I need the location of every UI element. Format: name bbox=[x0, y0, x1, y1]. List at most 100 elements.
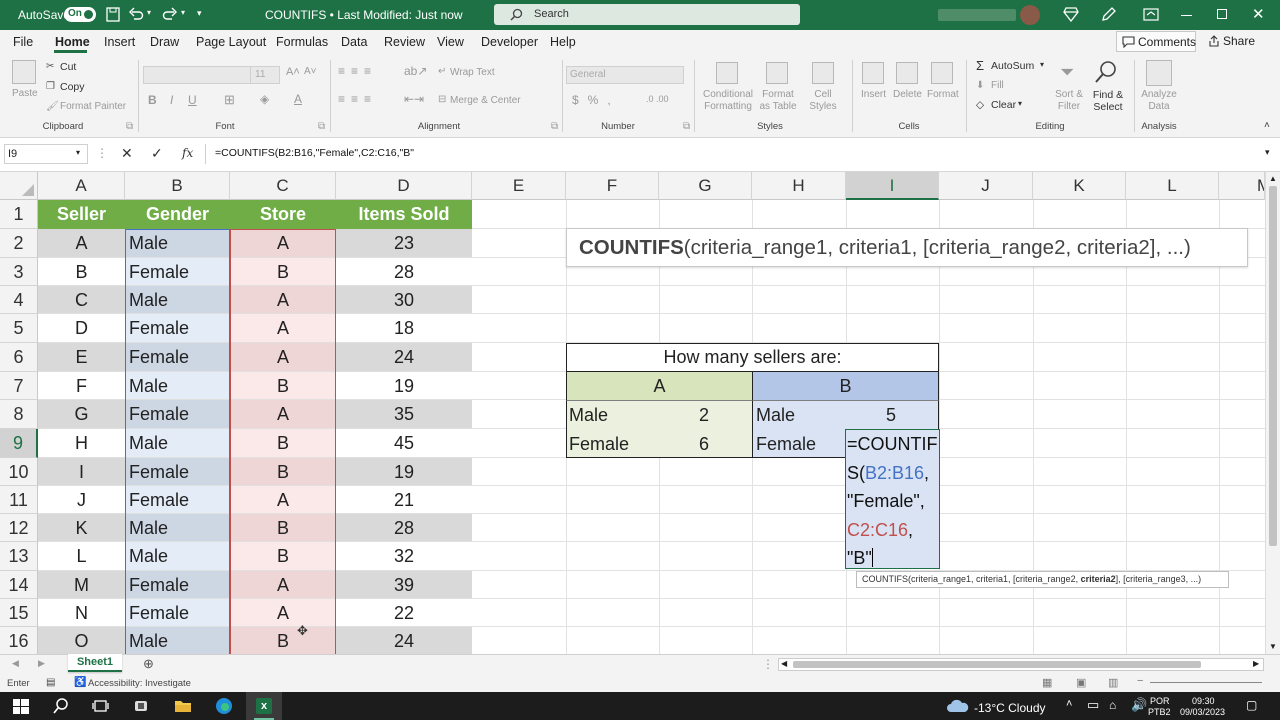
avatar[interactable] bbox=[1020, 5, 1040, 25]
diamond-icon[interactable] bbox=[1063, 7, 1079, 22]
wrap-text-button[interactable]: Wrap Text bbox=[450, 67, 495, 78]
scroll-down-icon[interactable]: ▼ bbox=[1269, 642, 1277, 651]
delete-cells-icon[interactable] bbox=[896, 62, 918, 84]
autosum-button[interactable]: AutoSum bbox=[991, 60, 1034, 72]
menu-developer[interactable]: Developer bbox=[481, 35, 538, 49]
cell-store[interactable]: B bbox=[230, 458, 336, 486]
add-sheet-icon[interactable]: ⊕ bbox=[143, 656, 154, 672]
cell-seller[interactable]: M bbox=[38, 571, 125, 599]
autosum-dropdown-icon[interactable]: ▾ bbox=[1040, 60, 1044, 69]
cell-store[interactable]: A bbox=[230, 400, 336, 429]
cell-seller[interactable]: D bbox=[38, 314, 125, 343]
column-header[interactable]: M bbox=[1219, 172, 1265, 200]
column-header[interactable]: H bbox=[752, 172, 846, 200]
accessibility-status[interactable]: Accessibility: Investigate bbox=[88, 678, 191, 689]
cell-store[interactable]: A bbox=[230, 229, 336, 258]
column-header-active[interactable]: I bbox=[846, 172, 939, 200]
account-name[interactable] bbox=[938, 9, 1016, 21]
row-header[interactable]: 1 bbox=[0, 200, 38, 229]
find-select-button[interactable]: Find & Select bbox=[1088, 89, 1128, 113]
pen-icon[interactable] bbox=[1101, 6, 1117, 22]
cell-gender[interactable]: Female bbox=[125, 343, 230, 372]
column-header[interactable]: J bbox=[939, 172, 1033, 200]
cell-seller[interactable]: N bbox=[38, 599, 125, 627]
customize-toolbar-icon[interactable]: ▾ bbox=[197, 8, 202, 19]
menu-view[interactable]: View bbox=[437, 35, 464, 49]
next-sheet-icon[interactable]: ▶ bbox=[38, 658, 45, 669]
cell-seller[interactable]: E bbox=[38, 343, 125, 372]
column-header[interactable]: L bbox=[1126, 172, 1219, 200]
summary-b-male-count[interactable]: 5 bbox=[886, 401, 896, 429]
search-box[interactable]: Search bbox=[494, 4, 800, 25]
row-header[interactable]: 13 bbox=[0, 542, 38, 571]
find-select-icon[interactable] bbox=[1094, 60, 1118, 84]
cell-gender[interactable]: Male bbox=[125, 229, 230, 258]
header-store[interactable]: Store bbox=[230, 200, 336, 229]
font-color-icon[interactable]: A bbox=[294, 92, 302, 106]
expand-formula-bar-icon[interactable]: ▾ bbox=[1265, 147, 1270, 158]
cell-gender[interactable]: Female bbox=[125, 400, 230, 429]
cell-seller[interactable]: B bbox=[38, 258, 125, 286]
cell-gender[interactable]: Female bbox=[125, 571, 230, 599]
horizontal-scroll-thumb[interactable] bbox=[793, 661, 1201, 668]
summary-a-male-count[interactable]: 2 bbox=[699, 401, 709, 429]
copy-icon[interactable]: ❐ bbox=[46, 81, 55, 92]
column-header[interactable]: A bbox=[38, 172, 125, 200]
row-header[interactable]: 14 bbox=[0, 571, 38, 599]
cell-gender[interactable]: Female bbox=[125, 599, 230, 627]
cell-gender[interactable]: Female bbox=[125, 458, 230, 486]
cancel-entry-icon[interactable]: ✕ bbox=[121, 145, 133, 162]
vertical-align-icons[interactable]: ≡≡≡ bbox=[338, 64, 377, 78]
horizontal-scrollbar[interactable]: ◀ ▶ bbox=[778, 658, 1264, 671]
decrease-font-icon[interactable]: A˅ bbox=[304, 66, 317, 77]
column-header[interactable]: K bbox=[1033, 172, 1126, 200]
scroll-up-icon[interactable]: ▲ bbox=[1269, 174, 1277, 183]
orientation-icon[interactable]: ab↗ bbox=[404, 64, 427, 78]
search-icon[interactable] bbox=[52, 697, 70, 715]
meet-now-icon[interactable]: ▭ bbox=[1087, 697, 1099, 713]
network-icon[interactable]: ⌂ bbox=[1109, 698, 1116, 712]
menu-help[interactable]: Help bbox=[550, 35, 576, 49]
number-format-select[interactable]: General bbox=[566, 66, 684, 84]
scroll-left-icon[interactable]: ◀ bbox=[781, 659, 787, 668]
row-header[interactable]: 8 bbox=[0, 400, 38, 429]
save-icon[interactable] bbox=[106, 7, 120, 22]
insert-function-icon[interactable]: fx bbox=[182, 146, 193, 160]
menu-formulas[interactable]: Formulas bbox=[276, 35, 328, 49]
row-header[interactable]: 12 bbox=[0, 514, 38, 542]
cut-button[interactable]: Cut bbox=[60, 61, 76, 73]
sort-filter-button[interactable]: Sort & Filter bbox=[1050, 89, 1088, 113]
weather-text[interactable]: -13°C Cloudy bbox=[974, 701, 1046, 715]
cell-store[interactable]: A bbox=[230, 486, 336, 514]
cell-seller[interactable]: C bbox=[38, 286, 125, 314]
insert-cells-icon[interactable] bbox=[862, 62, 884, 84]
row-header[interactable]: 4 bbox=[0, 286, 38, 314]
alignment-launcher-icon[interactable]: ⧉ bbox=[551, 121, 558, 132]
row-header[interactable]: 16 bbox=[0, 627, 38, 654]
italic-icon[interactable]: I bbox=[170, 93, 173, 107]
summary-store-b[interactable]: B bbox=[752, 372, 939, 401]
cell-items-sold[interactable]: 21 bbox=[336, 486, 472, 514]
number-launcher-icon[interactable]: ⧉ bbox=[683, 121, 690, 132]
bold-icon[interactable]: B bbox=[148, 93, 157, 107]
cell-seller[interactable]: F bbox=[38, 372, 125, 400]
cell-store[interactable]: A bbox=[230, 571, 336, 599]
cell-items-sold[interactable]: 23 bbox=[336, 229, 472, 258]
scroll-right-icon[interactable]: ▶ bbox=[1253, 659, 1259, 668]
merge-icon[interactable]: ⊟ bbox=[438, 94, 446, 105]
cell-store[interactable]: B bbox=[230, 429, 336, 458]
restore-button[interactable] bbox=[1217, 9, 1227, 19]
file-explorer-icon[interactable] bbox=[174, 697, 192, 715]
format-painter-button[interactable]: Format Painter bbox=[60, 101, 126, 112]
summary-a-female-label[interactable]: Female bbox=[569, 430, 629, 458]
row-header[interactable]: 10 bbox=[0, 458, 38, 486]
menu-review[interactable]: Review bbox=[384, 35, 425, 49]
cell-items-sold[interactable]: 32 bbox=[336, 542, 472, 571]
ribbon-display-icon[interactable] bbox=[1143, 7, 1159, 22]
cell-seller[interactable]: H bbox=[38, 429, 125, 458]
cell-seller[interactable]: K bbox=[38, 514, 125, 542]
copy-button[interactable]: Copy bbox=[60, 81, 85, 93]
volume-icon[interactable]: 🔊 bbox=[1131, 697, 1147, 713]
close-button[interactable]: ✕ bbox=[1252, 5, 1265, 23]
header-items-sold[interactable]: Items Sold bbox=[336, 200, 472, 229]
